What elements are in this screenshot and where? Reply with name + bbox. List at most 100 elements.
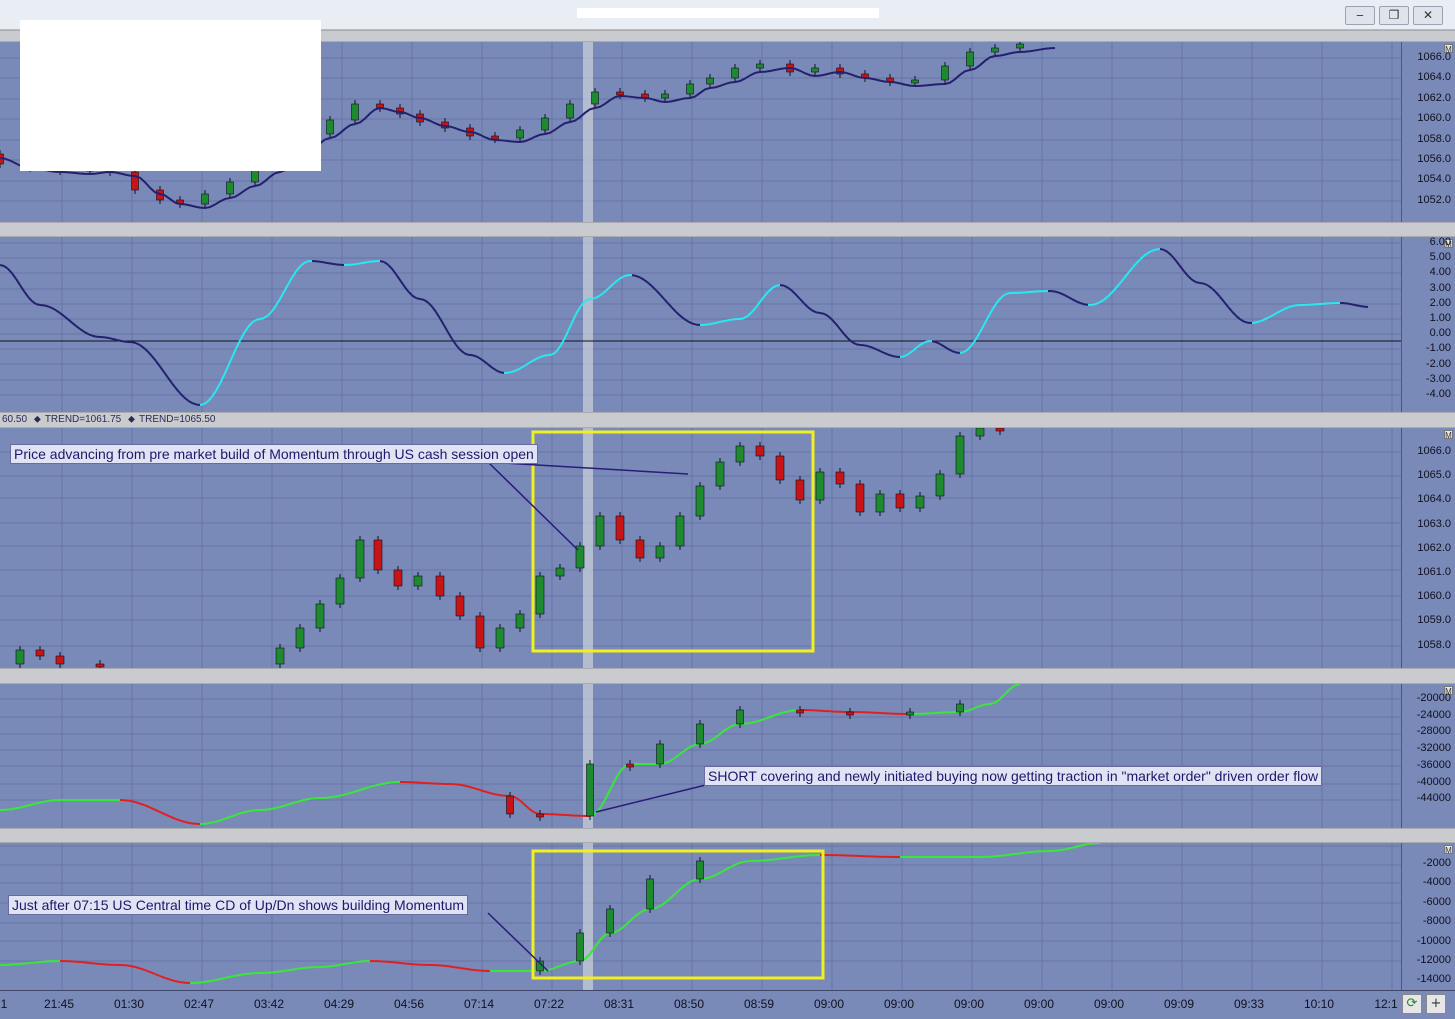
- oscillator-chart[interactable]: [0, 237, 1401, 412]
- range-candle: [795, 479, 805, 501]
- oscillator-segment: [1147, 249, 1153, 254]
- range-candle: [775, 455, 785, 481]
- oscillator-segment: [763, 291, 769, 298]
- updn-scale[interactable]: M -2000 -4000 -6000 -8000 -10000 -12000 -14000: [1401, 843, 1455, 990]
- range-chart[interactable]: [0, 428, 1401, 668]
- time-axis[interactable]: ⟳ + 1 21:45 01:30 02:47 03:42 04:29 04:56 07:14…: [0, 990, 1455, 1019]
- updn-segment: [234, 973, 241, 977]
- updn-segment: [124, 964, 131, 967]
- scale-tick: -1.00: [1425, 342, 1451, 355]
- refresh-icon[interactable]: ⟳: [1402, 994, 1422, 1014]
- price-candle: [201, 193, 209, 205]
- time-label: 01:30: [113, 997, 145, 1011]
- add-button[interactable]: +: [1426, 994, 1446, 1014]
- window-controls: ‒ ❐ ✕: [1345, 6, 1443, 25]
- oscillator-segment: [19, 284, 25, 292]
- minimize-button[interactable]: ‒: [1345, 6, 1375, 25]
- oscillator-segment: [35, 303, 41, 306]
- oscillator-segment: [935, 341, 941, 345]
- annotation-short-covering[interactable]: SHORT covering and newly initiated buyin…: [704, 766, 1323, 786]
- oscillator-segment: [195, 403, 201, 406]
- range-candle: [835, 471, 845, 485]
- time-label: 04:56: [393, 997, 425, 1011]
- range-candle: [495, 627, 505, 649]
- delta-segment: [979, 703, 986, 707]
- price-candle: [991, 47, 999, 53]
- oscillator-segment: [55, 309, 61, 314]
- scale-tick: 4.00: [1429, 266, 1451, 279]
- price-candle: [226, 181, 234, 195]
- updn-segment: [1019, 851, 1026, 855]
- volume-delta-chart[interactable]: [0, 684, 1401, 828]
- trend-marker-icon: ⬥: [33, 414, 41, 425]
- updn-segment: [1084, 843, 1091, 846]
- oscillator-segment: [647, 281, 653, 287]
- oscillator-segment: [995, 298, 1001, 305]
- range-scale[interactable]: M 1066.0 1065.0 1064.0 1063.0 1062.0 1061.0 10…: [1401, 428, 1455, 668]
- updn-segment: [1004, 853, 1011, 857]
- delta-segment: [384, 781, 391, 785]
- updn-segment: [689, 878, 696, 883]
- updn-segment: [999, 854, 1006, 857]
- annotation-cd-updn[interactable]: Just after 07:15 US Central time CD of U…: [8, 895, 469, 915]
- updn-segment: [784, 856, 791, 859]
- updn-segment: [289, 968, 296, 971]
- delta-segment: [989, 701, 996, 705]
- oscillator-segment: [447, 331, 453, 340]
- delta-segment: [124, 799, 131, 802]
- volume-delta-pane[interactable]: [0, 684, 1455, 828]
- delta-segment: [9, 807, 16, 811]
- maximize-badge[interactable]: M: [1444, 845, 1453, 855]
- maximize-badge[interactable]: M: [1444, 430, 1453, 440]
- close-button[interactable]: ✕: [1413, 6, 1443, 25]
- oscillator-segment: [215, 383, 221, 392]
- volume-delta-scale[interactable]: M -20000 -24000 -28000 -32000 -36000 -40000 -4…: [1401, 684, 1455, 828]
- updn-segment: [219, 977, 226, 981]
- oscillator-segment: [607, 284, 613, 290]
- pane-separator-5[interactable]: [0, 828, 1455, 843]
- updn-pane[interactable]: [0, 843, 1455, 990]
- oscillator-segment: [295, 265, 301, 273]
- range-candle: [335, 577, 345, 605]
- price-candle: [591, 91, 599, 105]
- oscillator-segment: [363, 261, 369, 264]
- oscillator-segment: [971, 338, 977, 346]
- updn-segment: [209, 979, 216, 983]
- updn-segment: [1014, 852, 1021, 855]
- time-label: 08:59: [743, 997, 775, 1011]
- range-pane[interactable]: [0, 428, 1455, 668]
- oscillator-scale[interactable]: M 6.00 5.00 4.00 3.00 2.00 1.00 0.00 -1.00 -2.00…: [1401, 236, 1455, 412]
- oscillator-segment: [959, 351, 965, 354]
- restore-button[interactable]: ❐: [1379, 6, 1409, 25]
- updn-segment: [684, 881, 691, 887]
- annotation-price-advancing[interactable]: Price advancing from pre market build of…: [10, 444, 538, 464]
- header-trend-1: TREND=1061.75: [44, 414, 122, 425]
- delta-segment: [174, 817, 181, 822]
- oscillator-segment: [563, 330, 569, 341]
- updn-chart[interactable]: [0, 843, 1401, 990]
- oscillator-segment: [291, 270, 297, 279]
- time-label: 04:29: [323, 997, 355, 1011]
- delta-segment: [139, 802, 146, 807]
- updn-segment: [459, 967, 466, 970]
- oscillator-segment: [775, 284, 781, 287]
- updn-segment: [464, 967, 471, 971]
- price-scale[interactable]: M 1066.0 1064.0 1062.0 1060.0 1058.0 1056.0 10…: [1401, 42, 1455, 222]
- pane-separator-2[interactable]: [0, 222, 1455, 237]
- range-candle: [895, 493, 905, 509]
- oscillator-segment: [1195, 281, 1201, 284]
- delta-segment: [14, 806, 21, 810]
- oscillator-segment: [351, 263, 357, 266]
- delta-segment: [754, 719, 761, 723]
- oscillator-segment: [655, 289, 661, 296]
- pane-separator-4[interactable]: [0, 668, 1455, 684]
- pane-separator-3[interactable]: 60.50 ⬥ TREND=1061.75 ⬥ TREND=1065.50: [0, 412, 1455, 428]
- oscillator-segment: [1115, 282, 1121, 289]
- delta-segment: [289, 801, 296, 805]
- oscillator-pane[interactable]: [0, 237, 1455, 412]
- updn-segment: [1024, 851, 1031, 854]
- oscillator-segment: [299, 262, 305, 268]
- scale-tick: -4000: [1422, 876, 1451, 889]
- delta-segment: [39, 800, 46, 804]
- scale-tick: 6.00: [1429, 236, 1451, 248]
